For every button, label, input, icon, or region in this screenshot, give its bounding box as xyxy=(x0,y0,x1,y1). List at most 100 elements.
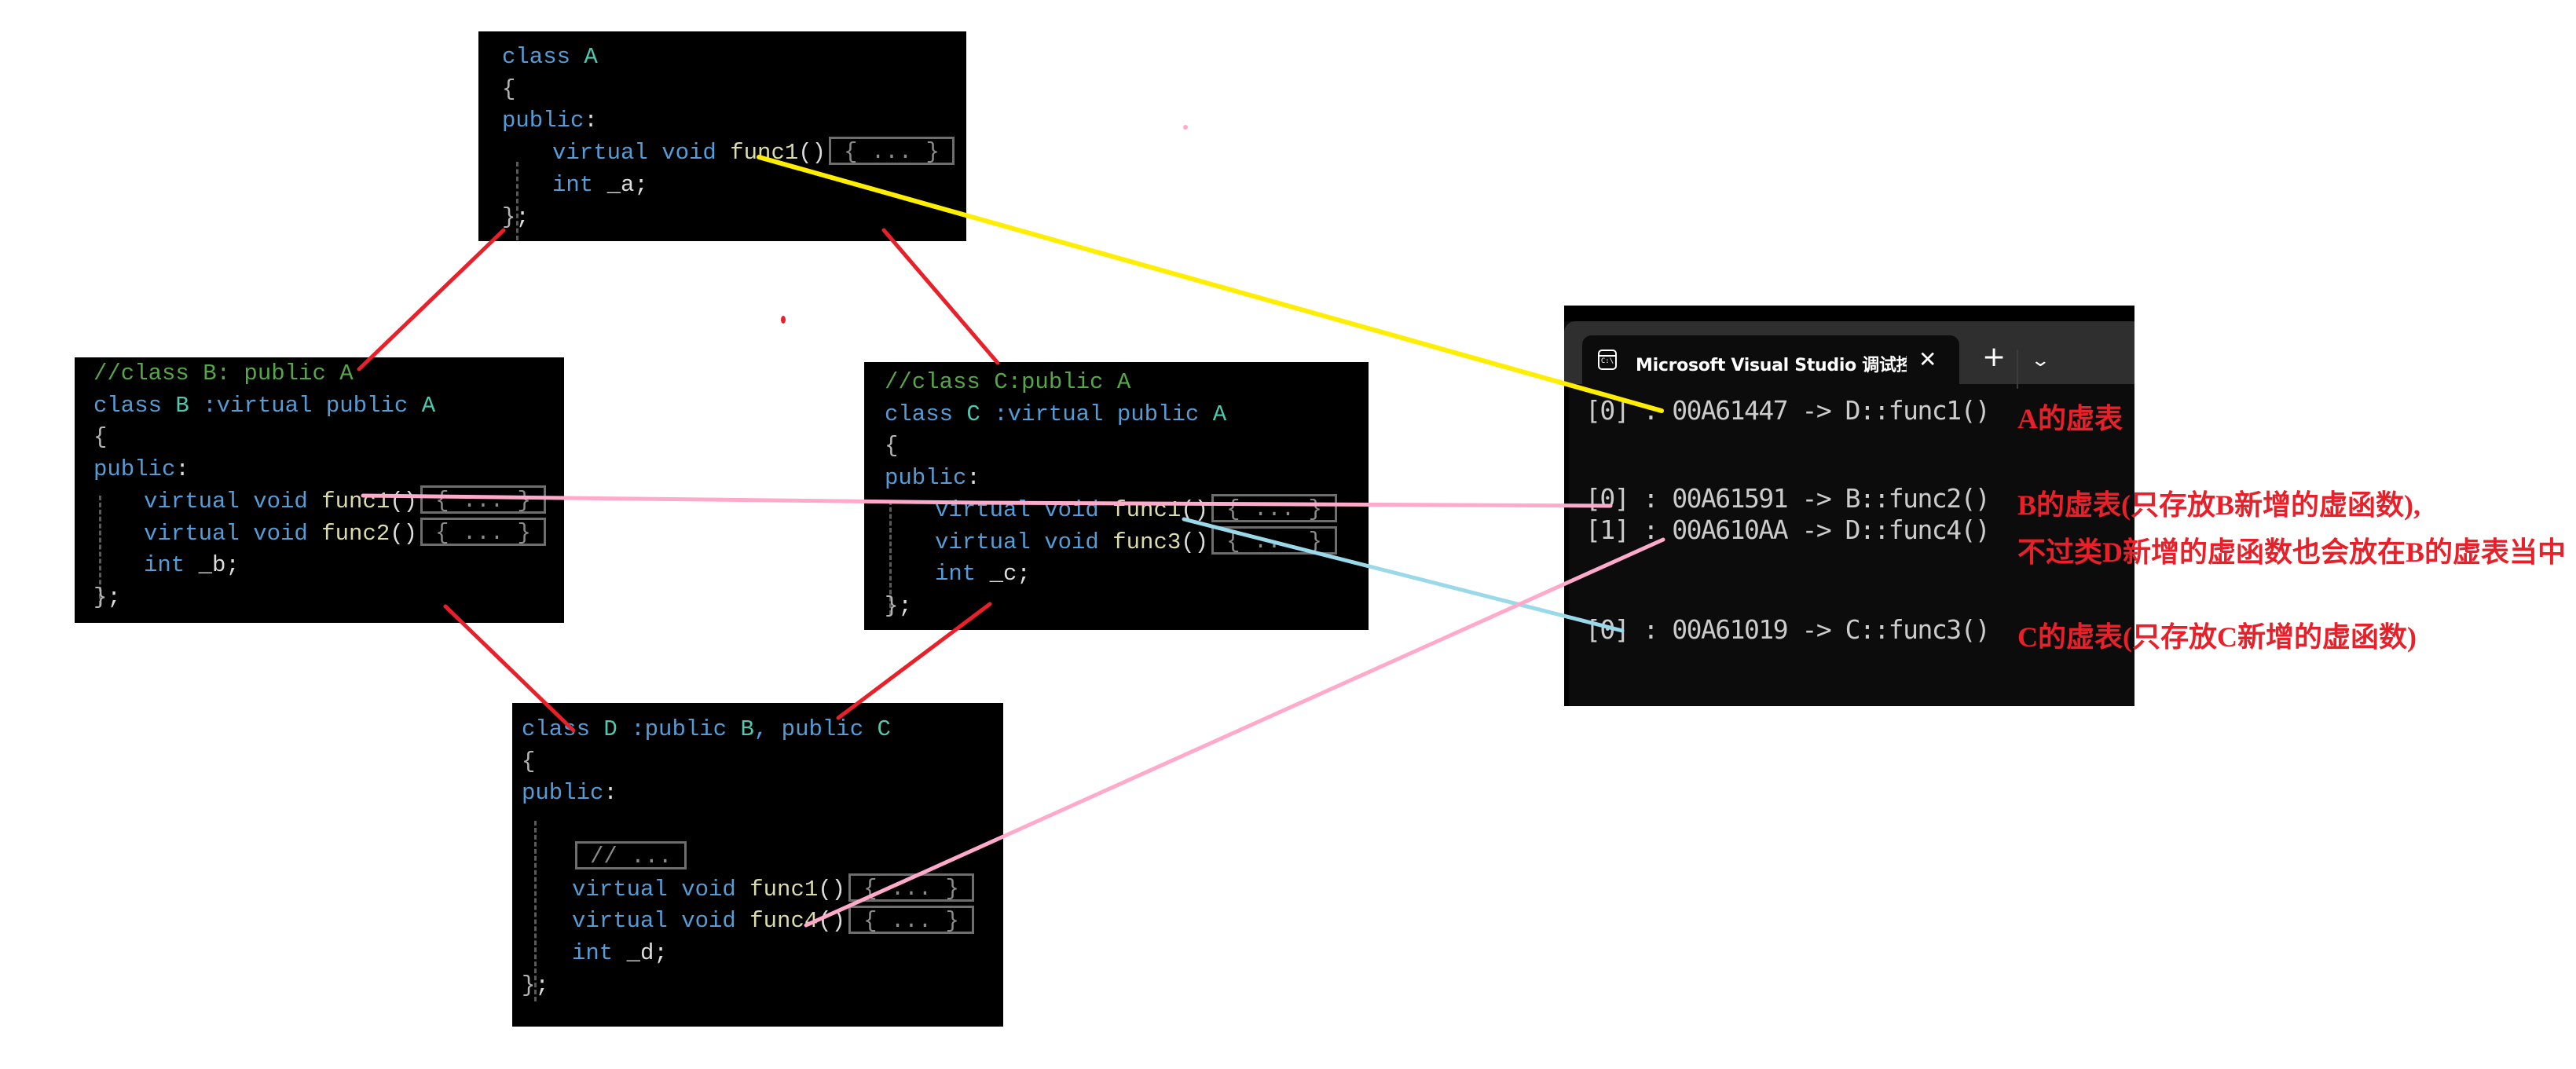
function-name: func1 xyxy=(1112,496,1182,523)
code-token: virtual void xyxy=(144,488,322,514)
collapsed-block-button[interactable]: { ... } xyxy=(848,905,974,934)
code-token: () xyxy=(818,876,846,902)
code-token: class xyxy=(885,401,967,427)
code-token: () xyxy=(1181,529,1209,555)
code-line: virtual void func1(){ ... } xyxy=(144,485,546,518)
code-token: _a; xyxy=(606,171,648,198)
collapsed-block-button[interactable]: { ... } xyxy=(420,485,546,514)
code-line: { xyxy=(502,74,515,106)
code-token: :virtual public xyxy=(189,392,422,419)
function-name: func1 xyxy=(730,140,799,167)
class-name: C xyxy=(877,716,891,742)
window-top-strip xyxy=(1564,306,2134,321)
code-line: int _d; xyxy=(572,938,668,970)
code-token: class xyxy=(522,716,604,742)
code-token: ; xyxy=(107,584,121,610)
code-token: { xyxy=(885,433,899,459)
inherit-line-a-b xyxy=(357,228,506,372)
annotation-b-vtable-2: 不过类D新增的虚函数也会放在B的虚表当中 xyxy=(2017,536,2567,568)
code-line: virtual void func3(){ ... } xyxy=(935,525,1337,559)
code-token: : xyxy=(175,456,189,483)
code-token: : xyxy=(584,108,598,134)
collapsed-block-button[interactable]: { ... } xyxy=(829,137,955,166)
class-name: A xyxy=(421,392,436,419)
code-token: public xyxy=(885,465,967,492)
code-line: virtual void func2(){ ... } xyxy=(144,517,546,551)
close-tab-icon[interactable]: ✕ xyxy=(1918,346,1937,372)
code-token: ; xyxy=(898,592,912,619)
code-token: () xyxy=(390,488,418,514)
code-line: { xyxy=(522,746,535,778)
code-token: } xyxy=(502,203,516,230)
window-left-border xyxy=(1564,384,1569,706)
code-line: }; xyxy=(502,202,529,234)
console-line: [1] : 00A610AA -> D::func4() xyxy=(1585,514,1991,545)
code-token: ; xyxy=(515,203,529,230)
function-name: func2 xyxy=(321,520,390,547)
code-token: public xyxy=(522,780,604,807)
function-name: func3 xyxy=(1112,529,1182,555)
collapsed-block-button[interactable]: // ... xyxy=(575,841,687,870)
code-token: class xyxy=(502,44,584,70)
tab-debug-console[interactable]: C:\ Microsoft Visual Studio 调试控制台 ✕ xyxy=(1582,335,1959,392)
code-line: class D :public B, public C xyxy=(522,714,891,746)
code-token: virtual void xyxy=(935,496,1113,523)
console-line: [0] : 00A61447 -> D::func1() xyxy=(1585,395,1991,426)
class-name: B xyxy=(175,392,189,419)
code-token: { xyxy=(93,424,108,451)
class-name: A xyxy=(1212,401,1227,427)
annotation-c-vtable: C的虚表(只存放C新增的虚函数) xyxy=(2017,621,2417,653)
code-token: () xyxy=(1181,496,1209,523)
code-line: virtual void func1(){ ... } xyxy=(935,494,1337,527)
new-tab-button[interactable]: + xyxy=(1982,343,2006,372)
collapsed-block-button[interactable]: { ... } xyxy=(1211,525,1337,555)
tab-divider xyxy=(2017,350,2018,389)
code-token: :public xyxy=(617,716,741,742)
code-token: , public xyxy=(753,716,878,742)
annotation-a-vtable: A的虚表 xyxy=(2017,403,2123,434)
code-box-class-b: //class B: public A class B :virtual publ… xyxy=(75,357,564,623)
code-token: public xyxy=(93,456,176,483)
code-token: int xyxy=(144,552,199,579)
annotation-b-vtable-1: B的虚表(只存放B新增的虚函数), xyxy=(2017,489,2421,521)
collapsed-block-button[interactable]: { ... } xyxy=(848,873,974,902)
code-line: }; xyxy=(885,591,912,623)
code-token: () xyxy=(798,140,826,167)
chevron-down-icon[interactable]: ⌄ xyxy=(2030,351,2050,371)
function-name: func1 xyxy=(321,488,390,514)
code-line: }; xyxy=(93,582,121,614)
code-token: () xyxy=(390,520,418,547)
console-icon: C:\ xyxy=(1598,350,1617,370)
code-token: class xyxy=(93,392,176,419)
code-line: virtual void func4(){ ... } xyxy=(572,905,974,938)
code-token: } xyxy=(522,972,536,998)
class-name: A xyxy=(584,44,598,70)
code-line: }; xyxy=(522,970,549,1002)
code-token: virtual void xyxy=(935,529,1113,555)
code-token: _c; xyxy=(989,561,1031,588)
code-comment: //class B: public A xyxy=(93,361,354,386)
class-name: B xyxy=(740,716,754,742)
code-token: virtual void xyxy=(552,140,731,167)
collapsed-block-button[interactable]: { ... } xyxy=(420,517,546,546)
tab-title: Microsoft Visual Studio 调试控制台 xyxy=(1636,356,1907,375)
code-token: virtual void xyxy=(144,520,322,547)
console-line: [0] : 00A61019 -> C::func3() xyxy=(1585,614,1991,645)
tab-bar: C:\ Microsoft Visual Studio 调试控制台 ✕ + ⌄ xyxy=(1564,321,2134,392)
code-token: :virtual public xyxy=(980,401,1213,427)
code-token: public xyxy=(502,108,584,134)
code-line: virtual void func1(){ ... } xyxy=(572,873,974,906)
code-line: class A xyxy=(502,42,598,74)
code-token: virtual void xyxy=(572,908,750,935)
code-line: int _a; xyxy=(552,170,648,202)
code-token: virtual void xyxy=(572,876,750,902)
code-token: } xyxy=(93,584,108,610)
code-line: { xyxy=(885,430,898,463)
code-token: int xyxy=(572,939,627,966)
code-line: class C :virtual public A xyxy=(885,399,1226,431)
code-line: //class B: public A xyxy=(93,358,354,390)
code-token: _d; xyxy=(626,939,668,966)
code-token: () xyxy=(818,908,846,935)
collapsed-block-button[interactable]: { ... } xyxy=(1211,494,1337,523)
code-box-class-a: class A{public: virtual void func1(){ ...… xyxy=(478,31,966,241)
